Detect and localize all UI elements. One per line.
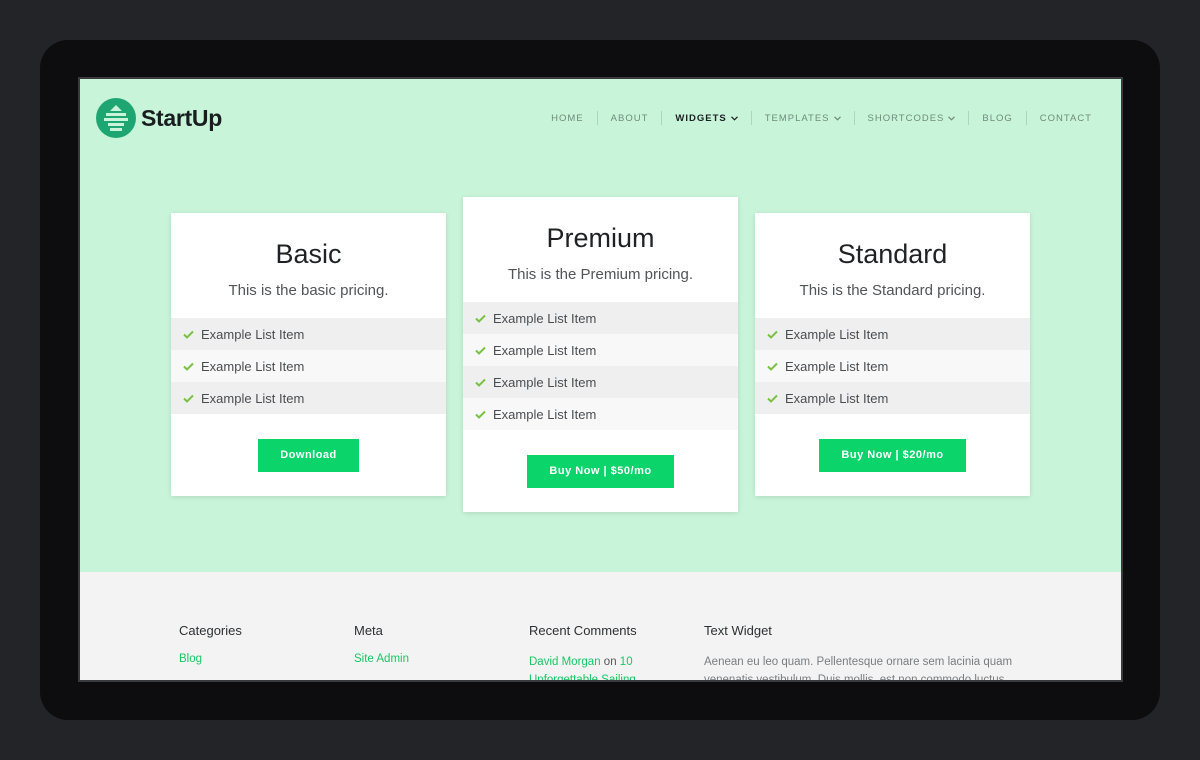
- chevron-down-icon: [833, 115, 841, 121]
- check-icon: [767, 394, 778, 403]
- chevron-down-icon: [948, 115, 956, 121]
- nav-label: TEMPLATES: [764, 112, 830, 124]
- comment-on-text: on: [603, 656, 617, 668]
- feature-item: Example List Item: [755, 318, 1030, 350]
- card-title: Standard: [837, 239, 948, 269]
- card-subtitle: This is the basic pricing.: [228, 282, 389, 299]
- feature-item: Example List Item: [171, 350, 446, 382]
- feature-item: Example List Item: [463, 334, 738, 366]
- feature-item: Example List Item: [755, 382, 1030, 414]
- nav-item-templates[interactable]: TEMPLATES: [750, 111, 854, 125]
- feature-label: Example List Item: [493, 342, 597, 358]
- card-subtitle: This is the Premium pricing.: [507, 266, 694, 283]
- comment-author-link[interactable]: David Morgan: [529, 656, 601, 668]
- check-icon: [767, 362, 778, 371]
- nav-label: HOME: [551, 112, 584, 124]
- card-title: Premium: [546, 223, 655, 253]
- site-name: StartUp: [141, 104, 222, 131]
- text-widget-body: Aenean eu leo quam. Pellentesque ornare …: [704, 656, 1013, 682]
- nav-item-home[interactable]: HOME: [538, 111, 597, 125]
- check-icon: [767, 330, 778, 339]
- buy-premium-button[interactable]: Buy Now | $50/mo: [527, 455, 674, 488]
- feature-item: Example List Item: [171, 382, 446, 414]
- startup-logo-icon: [96, 98, 136, 138]
- download-button[interactable]: Download: [258, 439, 359, 472]
- check-icon: [183, 394, 194, 403]
- feature-label: Example List Item: [493, 310, 597, 326]
- nav-label: BLOG: [982, 112, 1013, 124]
- nav-label: CONTACT: [1039, 112, 1092, 124]
- nav-item-about[interactable]: ABOUT: [596, 111, 662, 125]
- nav-item-shortcodes[interactable]: SHORTCODES: [853, 111, 969, 125]
- nav-item-blog[interactable]: BLOG: [968, 111, 1025, 125]
- feature-label: Example List Item: [785, 390, 889, 406]
- category-link-blog[interactable]: Blog: [179, 653, 242, 665]
- nav-label: ABOUT: [610, 112, 649, 124]
- feature-label: Example List Item: [201, 390, 305, 406]
- feature-list: Example List Item Example List Item Exam…: [463, 302, 738, 430]
- footer-col-text-widget: Text Widget Aenean eu leo quam. Pellente…: [704, 623, 1024, 682]
- footer-col-recent-comments: Recent Comments David Morgan on 10 Unfor…: [529, 623, 649, 680]
- nav-label: SHORTCODES: [867, 112, 945, 124]
- recent-comment: David Morgan on 10 Unforgettable Sailing: [529, 653, 649, 680]
- feature-label: Example List Item: [493, 406, 597, 422]
- feature-label: Example List Item: [785, 326, 889, 342]
- widget-title: Meta: [354, 623, 383, 638]
- nav-item-contact[interactable]: CONTACT: [1025, 111, 1105, 125]
- card-subtitle: This is the Standard pricing.: [799, 282, 986, 299]
- buy-standard-button[interactable]: Buy Now | $20/mo: [819, 439, 966, 472]
- feature-label: Example List Item: [201, 358, 305, 374]
- widget-title: Recent Comments: [529, 623, 637, 638]
- chevron-down-icon: [730, 115, 738, 121]
- feature-label: Example List Item: [493, 374, 597, 390]
- feature-list: Example List Item Example List Item Exam…: [755, 318, 1030, 414]
- feature-item: Example List Item: [463, 398, 738, 430]
- widget-title: Categories: [179, 623, 242, 638]
- check-icon: [475, 378, 486, 387]
- main-nav: HOME ABOUT WIDGETS TEMPLATES SHORTCODES …: [538, 111, 1105, 125]
- site-logo[interactable]: StartUp: [96, 98, 222, 138]
- footer-widgets: Categories Blog Meta Site Admin Recent C…: [80, 572, 1121, 682]
- check-icon: [475, 410, 486, 419]
- feature-item: Example List Item: [463, 302, 738, 334]
- pricing-card-basic: Basic This is the basic pricing. Example…: [171, 213, 446, 496]
- feature-item: Example List Item: [755, 350, 1030, 382]
- footer-col-meta: Meta Site Admin: [354, 623, 409, 665]
- check-icon: [475, 314, 486, 323]
- browser-viewport: StartUp HOME ABOUT WIDGETS TEMPLATES SHO…: [78, 77, 1123, 682]
- card-title: Basic: [275, 239, 342, 269]
- feature-list: Example List Item Example List Item Exam…: [171, 318, 446, 414]
- site-admin-link[interactable]: Site Admin: [354, 653, 409, 665]
- pricing-card-standard: Standard This is the Standard pricing. E…: [755, 213, 1030, 496]
- check-icon: [183, 362, 194, 371]
- nav-label: WIDGETS: [675, 112, 727, 124]
- widget-title: Text Widget: [704, 623, 772, 638]
- check-icon: [475, 346, 486, 355]
- nav-item-widgets[interactable]: WIDGETS: [661, 111, 750, 125]
- feature-label: Example List Item: [785, 358, 889, 374]
- check-icon: [183, 330, 194, 339]
- footer-col-categories: Categories Blog: [179, 623, 242, 665]
- feature-item: Example List Item: [463, 366, 738, 398]
- feature-item: Example List Item: [171, 318, 446, 350]
- pricing-card-premium: Premium This is the Premium pricing. Exa…: [463, 197, 738, 512]
- feature-label: Example List Item: [201, 326, 305, 342]
